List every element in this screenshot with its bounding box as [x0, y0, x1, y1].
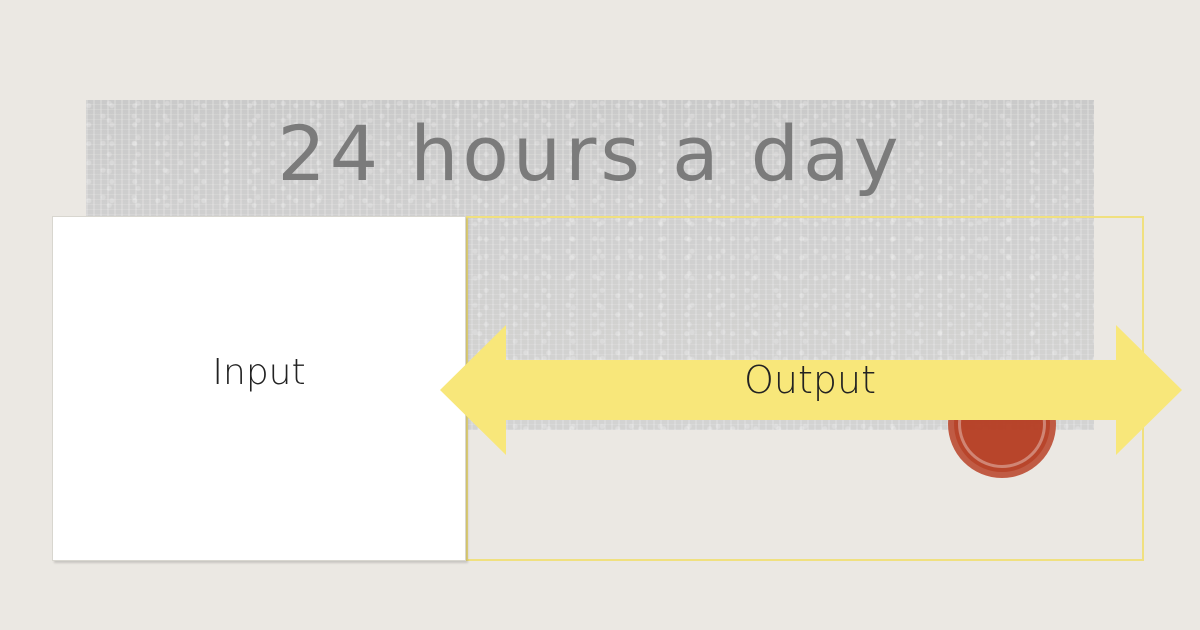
slide-title: 24 hours a day	[277, 109, 903, 198]
output-label: Output	[744, 358, 876, 402]
input-label: Input	[212, 352, 306, 393]
slide: 24 hours a day Input Output	[0, 0, 1200, 630]
